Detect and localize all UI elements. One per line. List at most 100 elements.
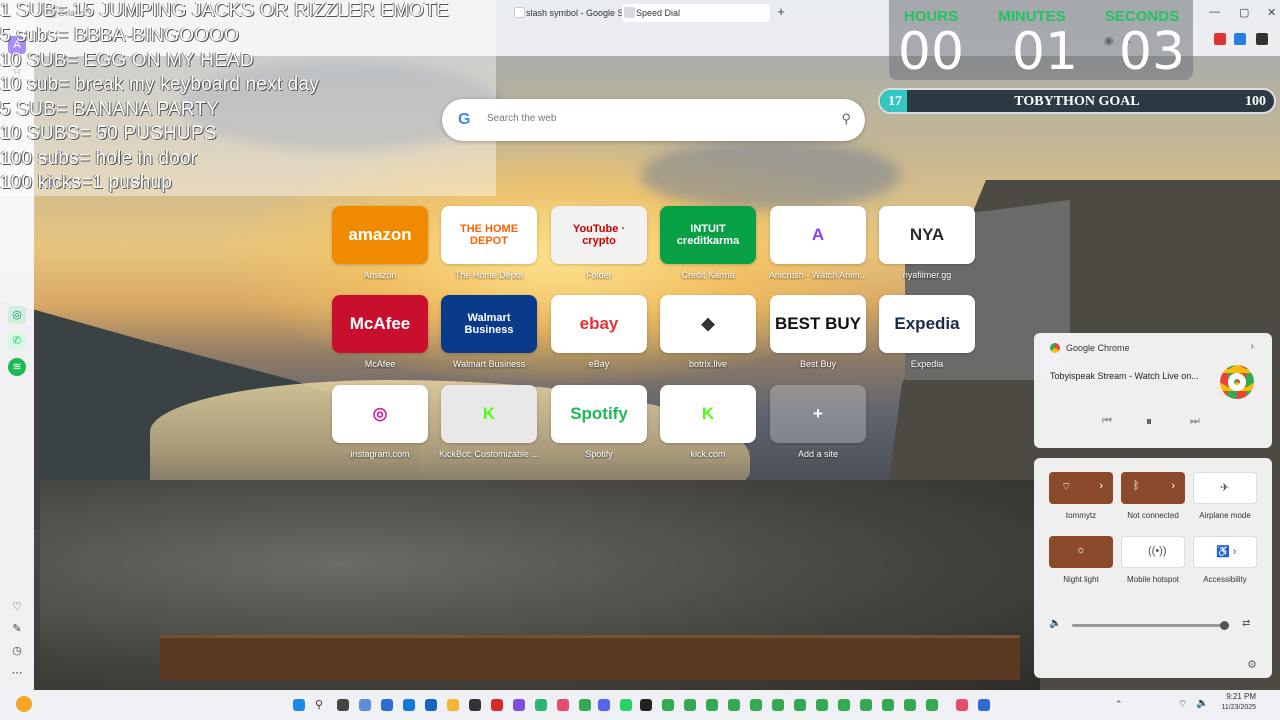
- speed-dial-tile[interactable]: A: [770, 206, 866, 264]
- chatgpt-icon[interactable]: ◎: [8, 306, 26, 324]
- search-icon[interactable]: ⚲: [315, 699, 327, 711]
- app-icon[interactable]: [535, 699, 547, 711]
- more-icon[interactable]: ⋯: [8, 664, 26, 682]
- volume-slider-thumb[interactable]: [1220, 621, 1229, 630]
- chrome-icon[interactable]: [772, 699, 784, 711]
- task-view-icon[interactable]: [337, 699, 349, 711]
- speed-dial-tile[interactable]: Spotify: [551, 385, 647, 443]
- bluetooth-toggle[interactable]: ᛒ ›: [1121, 472, 1185, 504]
- speed-dial-label[interactable]: Spotify: [544, 449, 654, 459]
- chrome-icon[interactable]: [882, 699, 894, 711]
- extension-icon[interactable]: [1234, 33, 1246, 45]
- search-icon[interactable]: ⚲: [841, 111, 851, 127]
- speed-dial-label[interactable]: Folder: [544, 270, 654, 280]
- chrome-icon[interactable]: [728, 699, 740, 711]
- speed-dial-label[interactable]: botrix.live: [653, 359, 763, 369]
- night-light-toggle[interactable]: ☼: [1049, 536, 1113, 568]
- app-icon[interactable]: [640, 699, 652, 711]
- wifi-tray-icon[interactable]: ⌔: [1178, 698, 1187, 711]
- wifi-toggle[interactable]: ⌔ ›: [1049, 472, 1113, 504]
- history-icon[interactable]: ◷: [8, 642, 26, 660]
- chevron-right-icon[interactable]: ›: [1099, 480, 1103, 492]
- speed-dial-tile[interactable]: BEST BUY: [770, 295, 866, 353]
- close-button[interactable]: ✕: [1267, 6, 1276, 19]
- notes-icon[interactable]: ✎: [8, 620, 26, 638]
- maximize-button[interactable]: ▢: [1239, 6, 1249, 19]
- accessibility-toggle[interactable]: ♿ ›: [1193, 536, 1257, 568]
- app-icon[interactable]: [513, 699, 525, 711]
- chevron-right-icon[interactable]: ›: [1251, 341, 1254, 352]
- audio-output-icon[interactable]: ⇄: [1242, 618, 1250, 629]
- speed-dial-tile[interactable]: amazon: [332, 206, 428, 264]
- heart-icon[interactable]: ♡: [8, 598, 26, 616]
- speed-dial-tile[interactable]: K: [441, 385, 537, 443]
- airplane-toggle[interactable]: ✈: [1193, 472, 1257, 504]
- app-icon[interactable]: [425, 699, 437, 711]
- tray-chevron-icon[interactable]: ⌃: [1115, 699, 1123, 710]
- chrome-icon[interactable]: [794, 699, 806, 711]
- speed-dial-label[interactable]: Expedia: [872, 359, 982, 369]
- previous-track-icon[interactable]: ⏮: [1102, 415, 1112, 428]
- chrome-icon[interactable]: [904, 699, 916, 711]
- speed-dial-label[interactable]: Walmart Business: [434, 359, 544, 369]
- hotspot-toggle[interactable]: ((•)): [1121, 536, 1185, 568]
- discord-icon[interactable]: [598, 699, 610, 711]
- speed-dial-label[interactable]: KickBot: Customizable ...: [434, 449, 544, 459]
- speed-dial-label[interactable]: Credit Karma: [653, 270, 763, 280]
- spotify-icon[interactable]: ≋: [8, 358, 26, 376]
- speed-dial-label[interactable]: kick.com: [653, 449, 763, 459]
- speed-dial-tile[interactable]: ebay: [551, 295, 647, 353]
- volume-tray-icon[interactable]: 🔈: [1196, 698, 1208, 709]
- chrome-icon[interactable]: [750, 699, 762, 711]
- speed-dial-tile[interactable]: YouTube · crypto: [551, 206, 647, 264]
- volume-slider[interactable]: [1072, 621, 1229, 630]
- speed-dial-tile[interactable]: Walmart Business: [441, 295, 537, 353]
- speed-dial-label[interactable]: Anicrush - Watch Anim...: [763, 270, 873, 280]
- chrome-icon[interactable]: [816, 699, 828, 711]
- speed-dial-label[interactable]: Amazon: [325, 270, 435, 280]
- minimize-button[interactable]: —: [1209, 6, 1220, 18]
- windows-start-icon[interactable]: [293, 699, 305, 711]
- chrome-icon[interactable]: [662, 699, 674, 711]
- extension-icon[interactable]: [1214, 33, 1226, 45]
- app-icon[interactable]: [381, 699, 393, 711]
- whatsapp-icon[interactable]: [620, 699, 632, 711]
- speed-dial-label[interactable]: eBay: [544, 359, 654, 369]
- speed-dial-label[interactable]: nyafilmer.gg: [872, 270, 982, 280]
- app-icon[interactable]: [956, 699, 968, 711]
- extension-icon[interactable]: [1256, 33, 1268, 45]
- speed-dial-tile[interactable]: ◎: [332, 385, 428, 443]
- next-track-icon[interactable]: ⏭: [1190, 415, 1200, 428]
- pause-icon[interactable]: ⏸: [1146, 414, 1152, 429]
- chrome-icon[interactable]: [860, 699, 872, 711]
- edge-icon[interactable]: [403, 699, 415, 711]
- tab-speed-dial[interactable]: Speed Dial: [622, 4, 770, 22]
- speed-dial-tile[interactable]: K: [660, 385, 756, 443]
- search-box[interactable]: G Search the web ⚲: [442, 99, 865, 141]
- weather-icon[interactable]: [16, 696, 32, 712]
- chrome-icon[interactable]: [706, 699, 718, 711]
- speed-dial-tile[interactable]: Expedia: [879, 295, 975, 353]
- chevron-right-icon[interactable]: ›: [1171, 480, 1175, 492]
- speed-dial-tile[interactable]: +: [770, 385, 866, 443]
- speed-dial-label[interactable]: The Home Depot: [434, 270, 544, 280]
- chrome-icon[interactable]: [838, 699, 850, 711]
- speed-dial-tile[interactable]: ◆: [660, 295, 756, 353]
- app-icon[interactable]: [978, 699, 990, 711]
- whatsapp-icon[interactable]: ✆: [8, 332, 26, 350]
- opera-icon[interactable]: [491, 699, 503, 711]
- speed-dial-label[interactable]: Add a site: [763, 449, 873, 459]
- speed-dial-tile[interactable]: NYA: [879, 206, 975, 264]
- app-icon[interactable]: [557, 699, 569, 711]
- speed-dial-label[interactable]: Best Buy: [763, 359, 873, 369]
- search-input[interactable]: Search the web: [487, 113, 557, 124]
- chrome-icon[interactable]: [579, 699, 591, 711]
- app-icon[interactable]: [469, 699, 481, 711]
- file-explorer-icon[interactable]: [447, 699, 459, 711]
- chrome-icon[interactable]: [926, 699, 938, 711]
- settings-gear-icon[interactable]: ⚙: [1247, 658, 1257, 671]
- clock-time[interactable]: 9:21 PM: [1212, 692, 1256, 701]
- clock-date[interactable]: 11/23/2025: [1208, 704, 1256, 711]
- speed-dial-tile[interactable]: INTUIT creditkarma: [660, 206, 756, 264]
- chrome-icon[interactable]: [684, 699, 696, 711]
